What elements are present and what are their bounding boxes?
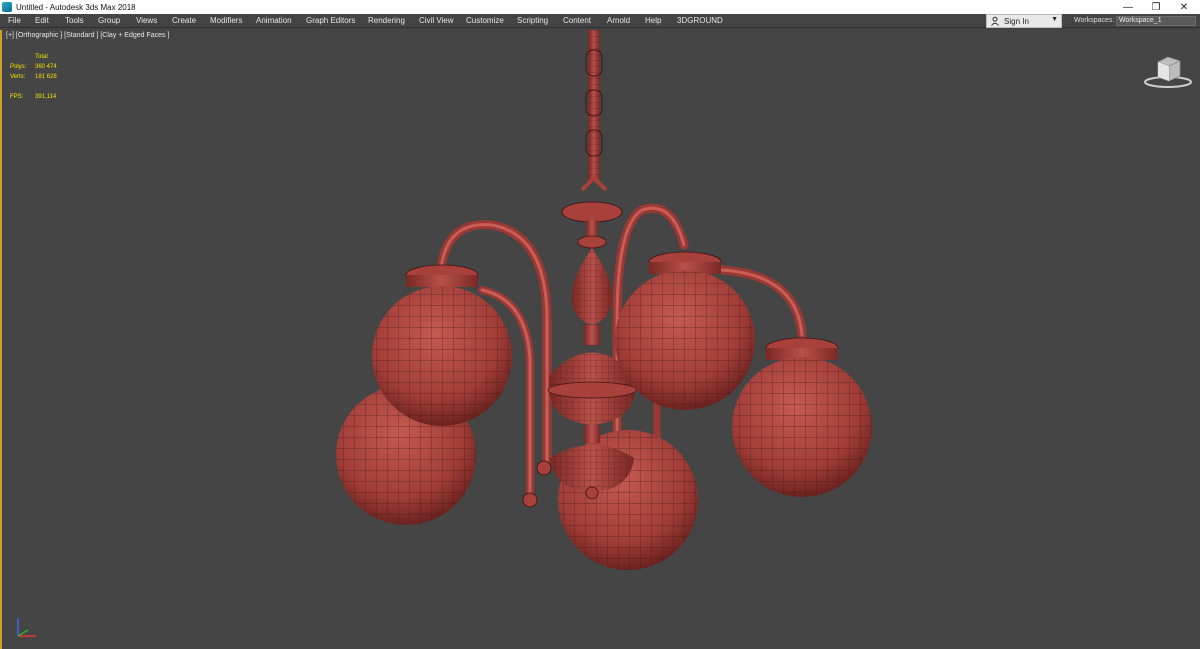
axis-tripod-icon [17, 618, 36, 637]
menu-tools[interactable]: Tools [65, 14, 84, 28]
viewport-label-menu[interactable]: [+] [Orthographic ] [Standard ] [Clay + … [6, 32, 169, 39]
user-icon [989, 15, 1001, 27]
sign-in-label: Sign In [1004, 16, 1029, 26]
workspaces-label: Workspaces: [1074, 17, 1115, 24]
stats-total-label: Total [35, 54, 48, 60]
app-logo-icon [2, 2, 12, 12]
menu-modifiers[interactable]: Modifiers [210, 14, 242, 28]
menu-animation[interactable]: Animation [256, 14, 292, 28]
viewcube-icon[interactable] [1142, 52, 1194, 92]
menu-group[interactable]: Group [98, 14, 120, 28]
menu-edit[interactable]: Edit [35, 14, 49, 28]
title-bar: Untitled - Autodesk 3ds Max 2018 — ❐ ✕ [0, 0, 1200, 14]
menu-civil-view[interactable]: Civil View [419, 14, 454, 28]
stats-verts-value: 181 628 [35, 74, 57, 80]
chandelier-scene [336, 30, 872, 570]
workspace-select[interactable]: Workspace_1 [1116, 16, 1196, 26]
stats-fps-value: 391,114 [35, 94, 57, 100]
perspective-viewport[interactable]: [+] [Orthographic ] [Standard ] [Clay + … [0, 30, 1200, 649]
chevron-down-icon: ▼ [1051, 16, 1058, 23]
menu-graph-editors[interactable]: Graph Editors [306, 14, 355, 28]
chandelier-chain [580, 30, 608, 192]
stats-polys-label: Polys: [10, 64, 27, 70]
globe-far-right [732, 337, 872, 497]
menu-customize[interactable]: Customize [466, 14, 504, 28]
menu-rendering[interactable]: Rendering [368, 14, 405, 28]
menu-help[interactable]: Help [645, 14, 661, 28]
minimize-button[interactable]: — [1114, 0, 1142, 14]
sign-in-dropdown[interactable]: Sign In ▼ [986, 14, 1062, 28]
menu-content[interactable]: Content [563, 14, 591, 28]
stats-verts-label: Verts: [10, 74, 26, 80]
app-window: Untitled - Autodesk 3ds Max 2018 — ❐ ✕ F… [0, 0, 1200, 649]
stats-polys-value: 360 474 [35, 64, 57, 70]
menu-create[interactable]: Create [172, 14, 196, 28]
menu-file[interactable]: File [8, 14, 21, 28]
menu-3dground[interactable]: 3DGROUND [677, 14, 723, 28]
maximize-button[interactable]: ❐ [1142, 0, 1170, 14]
close-button[interactable]: ✕ [1170, 0, 1198, 14]
menu-views[interactable]: Views [136, 14, 157, 28]
window-title: Untitled - Autodesk 3ds Max 2018 [16, 2, 136, 12]
menu-arnold[interactable]: Arnold [607, 14, 630, 28]
stats-fps-label: FPS: [10, 94, 24, 100]
menu-scripting[interactable]: Scripting [517, 14, 548, 28]
